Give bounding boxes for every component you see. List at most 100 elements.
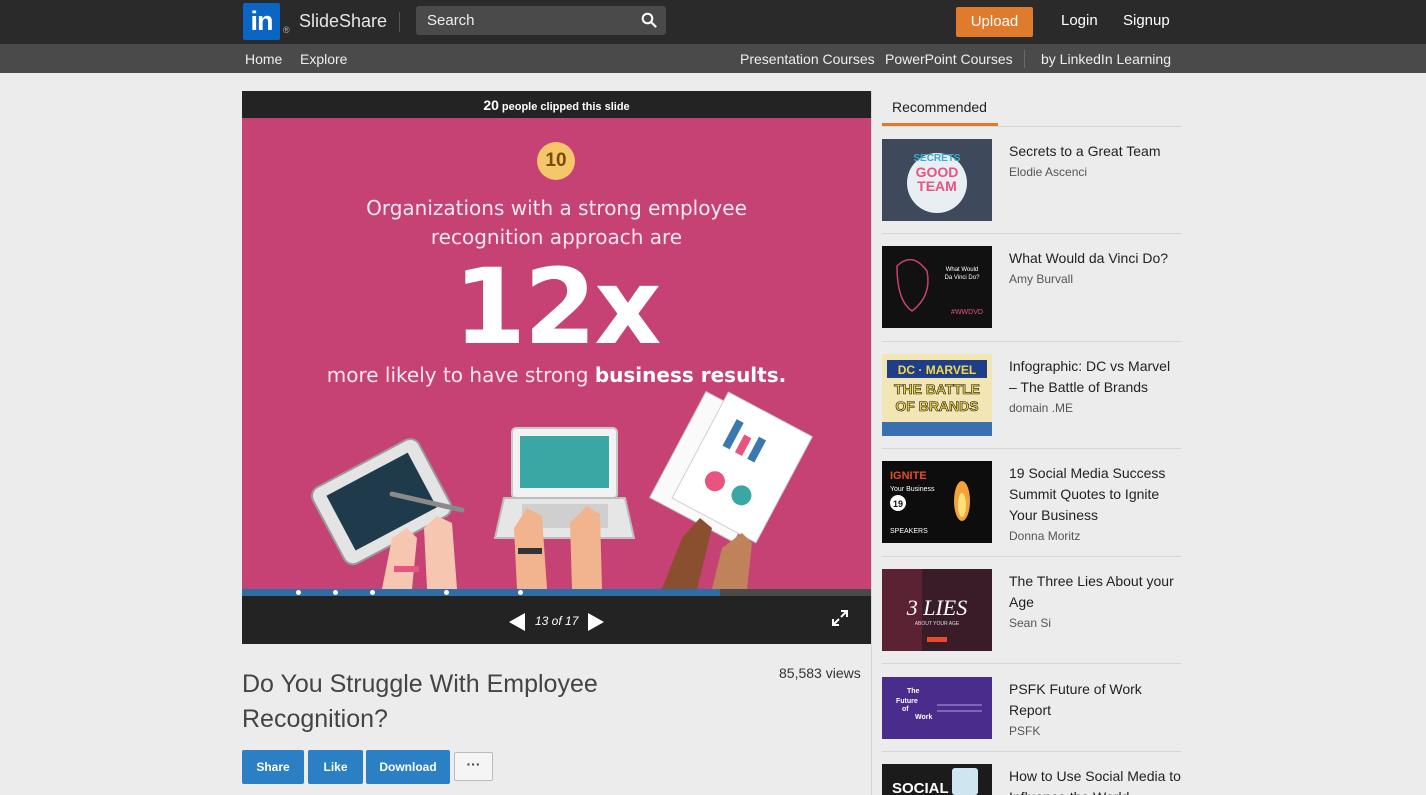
- slide-number-badge: 10: [537, 142, 575, 180]
- recommended-thumbnail[interactable]: SECRETS GOOD TEAM: [882, 139, 992, 221]
- recommended-item[interactable]: SECRETS GOOD TEAM Secrets to a Great Tea…: [882, 139, 1182, 223]
- upload-button[interactable]: Upload: [956, 7, 1033, 37]
- brand-name[interactable]: SlideShare: [299, 11, 387, 32]
- svg-text:THE BATTLE: THE BATTLE: [894, 381, 980, 397]
- svg-text:OF BRANDS: OF BRANDS: [895, 398, 978, 414]
- svg-text:IGNITE: IGNITE: [890, 470, 927, 482]
- svg-text:TEAM: TEAM: [917, 178, 957, 194]
- list-divider: [882, 233, 1181, 234]
- recommended-thumbnail[interactable]: DC · MARVEL THE BATTLE OF BRANDS: [882, 354, 992, 436]
- svg-text:SOCIAL: SOCIAL: [892, 780, 949, 795]
- list-divider: [882, 663, 1181, 664]
- recommended-thumbnail[interactable]: IGNITE Your Business 19 SPEAKERS: [882, 461, 992, 543]
- recommended-author[interactable]: Donna Moritz: [1009, 526, 1181, 546]
- svg-text:DC · MARVEL: DC · MARVEL: [898, 363, 976, 377]
- previous-slide-icon[interactable]: [508, 612, 526, 632]
- download-button[interactable]: Download: [366, 750, 450, 784]
- list-divider: [882, 341, 1181, 342]
- slide-line3-plain: more likely to have strong: [326, 363, 595, 387]
- list-divider: [882, 448, 1181, 449]
- share-button[interactable]: Share: [242, 750, 304, 784]
- nav-powerpoint-courses[interactable]: PowerPoint Courses: [885, 51, 1013, 67]
- svg-text:Work: Work: [915, 714, 932, 721]
- slide-big-stat: 12x: [453, 246, 662, 368]
- clip-text: people clipped this slide: [501, 101, 630, 113]
- svg-text:What Would: What Would: [946, 267, 979, 273]
- nav-linkedin-learning[interactable]: by LinkedIn Learning: [1041, 51, 1171, 67]
- recommended-title[interactable]: The Three Lies About your Age Sean Si: [1009, 571, 1181, 633]
- recommended-author[interactable]: Elodie Ascenci: [1009, 162, 1181, 182]
- progress-marker[interactable]: [444, 590, 449, 595]
- recommended-author[interactable]: domain .ME: [1009, 398, 1181, 418]
- nav-presentation-courses[interactable]: Presentation Courses: [740, 51, 875, 67]
- svg-text:The: The: [907, 688, 920, 695]
- recommended-thumbnail[interactable]: SOCIAL: [882, 764, 992, 795]
- svg-text:Future: Future: [896, 698, 918, 705]
- login-link[interactable]: Login: [1061, 12, 1098, 29]
- recommended-item[interactable]: 3 LIES ABOUT YOUR AGE The Three Lies Abo…: [882, 569, 1182, 653]
- slide-text-line3: more likely to have strong business resu…: [242, 363, 871, 387]
- search-placeholder: Search: [427, 12, 475, 29]
- sub-navigation: Home Explore Presentation Courses PowerP…: [0, 44, 1426, 73]
- recommended-thumbnail[interactable]: What Would Da Vinci Do? #WWDVD: [882, 246, 992, 328]
- top-bar: in ® SlideShare Search Upload Login Sign…: [0, 0, 1426, 44]
- page-indicator: 13 of 17: [535, 614, 579, 628]
- recommended-author[interactable]: Amy Burvall: [1009, 269, 1181, 289]
- svg-text:3 LIES: 3 LIES: [906, 595, 968, 620]
- slide-progress-bar[interactable]: [242, 589, 871, 596]
- recommended-title[interactable]: Secrets to a Great Team Elodie Ascenci: [1009, 141, 1181, 182]
- like-button[interactable]: Like: [308, 750, 363, 784]
- clip-count-bar: 20 people clipped this slide: [242, 91, 871, 118]
- svg-text:19: 19: [893, 499, 903, 509]
- progress-marker[interactable]: [518, 590, 523, 595]
- recommended-item[interactable]: The Future of Work PSFK Future of Work R…: [882, 677, 1182, 761]
- progress-marker[interactable]: [370, 590, 375, 595]
- recommended-title[interactable]: PSFK Future of Work Report PSFK: [1009, 679, 1181, 741]
- search-input[interactable]: Search: [416, 6, 666, 35]
- svg-text:SECRETS: SECRETS: [913, 153, 961, 164]
- recommended-thumbnail[interactable]: 3 LIES ABOUT YOUR AGE: [882, 569, 992, 651]
- next-slide-icon[interactable]: [587, 612, 605, 632]
- recommended-title[interactable]: 19 Social Media Success Summit Quotes to…: [1009, 463, 1181, 546]
- svg-text:SPEAKERS: SPEAKERS: [890, 528, 928, 535]
- recommended-author[interactable]: Sean Si: [1009, 613, 1181, 633]
- recommended-item[interactable]: SOCIAL How to Use Social Media to Influe…: [882, 764, 1182, 795]
- more-options-button[interactable]: ···: [454, 752, 493, 781]
- header-divider: [399, 12, 400, 32]
- slide-player: 20 people clipped this slide 10 Organizat…: [242, 91, 871, 644]
- hands-illustration: [311, 390, 813, 589]
- player-controls: 13 of 17: [242, 596, 871, 644]
- search-icon[interactable]: [641, 12, 657, 28]
- fullscreen-icon[interactable]: [832, 610, 848, 626]
- recommended-author[interactable]: PSFK: [1009, 721, 1181, 741]
- list-divider: [882, 126, 1181, 127]
- svg-text:of: of: [902, 706, 909, 713]
- linkedin-logo[interactable]: in: [243, 3, 280, 40]
- current-slide[interactable]: 10 Organizations with a strong employee …: [242, 118, 871, 589]
- progress-marker[interactable]: [333, 590, 338, 595]
- recommended-tab[interactable]: Recommended: [892, 99, 987, 115]
- recommended-item[interactable]: IGNITE Your Business 19 SPEAKERS 19 Soci…: [882, 461, 1182, 545]
- sidebar-divider: [871, 91, 872, 795]
- signup-link[interactable]: Signup: [1123, 12, 1170, 29]
- svg-text:Your Business: Your Business: [890, 486, 935, 493]
- view-count: 85,583 views: [779, 665, 861, 681]
- svg-text:ABOUT YOUR AGE: ABOUT YOUR AGE: [915, 621, 960, 627]
- nav-explore[interactable]: Explore: [300, 51, 347, 67]
- recommended-item[interactable]: What Would Da Vinci Do? #WWDVD What Woul…: [882, 246, 1182, 330]
- recommended-title[interactable]: Infographic: DC vs Marvel – The Battle o…: [1009, 356, 1181, 418]
- registered-mark: ®: [283, 25, 290, 35]
- recommended-title[interactable]: What Would da Vinci Do? Amy Burvall: [1009, 248, 1181, 289]
- slide-line3-bold: business results.: [594, 363, 787, 387]
- list-divider: [882, 751, 1181, 752]
- recommended-item[interactable]: DC · MARVEL THE BATTLE OF BRANDS Infogra…: [882, 354, 1182, 438]
- recommended-title[interactable]: How to Use Social Media to Influence the…: [1009, 766, 1181, 795]
- svg-text:#WWDVD: #WWDVD: [951, 309, 983, 316]
- recommended-thumbnail[interactable]: The Future of Work: [882, 677, 992, 739]
- nav-home[interactable]: Home: [245, 51, 282, 67]
- list-divider: [882, 556, 1181, 557]
- slide-progress-fill: [242, 589, 721, 596]
- progress-marker[interactable]: [296, 590, 301, 595]
- clip-count: 20: [483, 97, 499, 113]
- presentation-title: Do You Struggle With Employee Recognitio…: [242, 670, 598, 733]
